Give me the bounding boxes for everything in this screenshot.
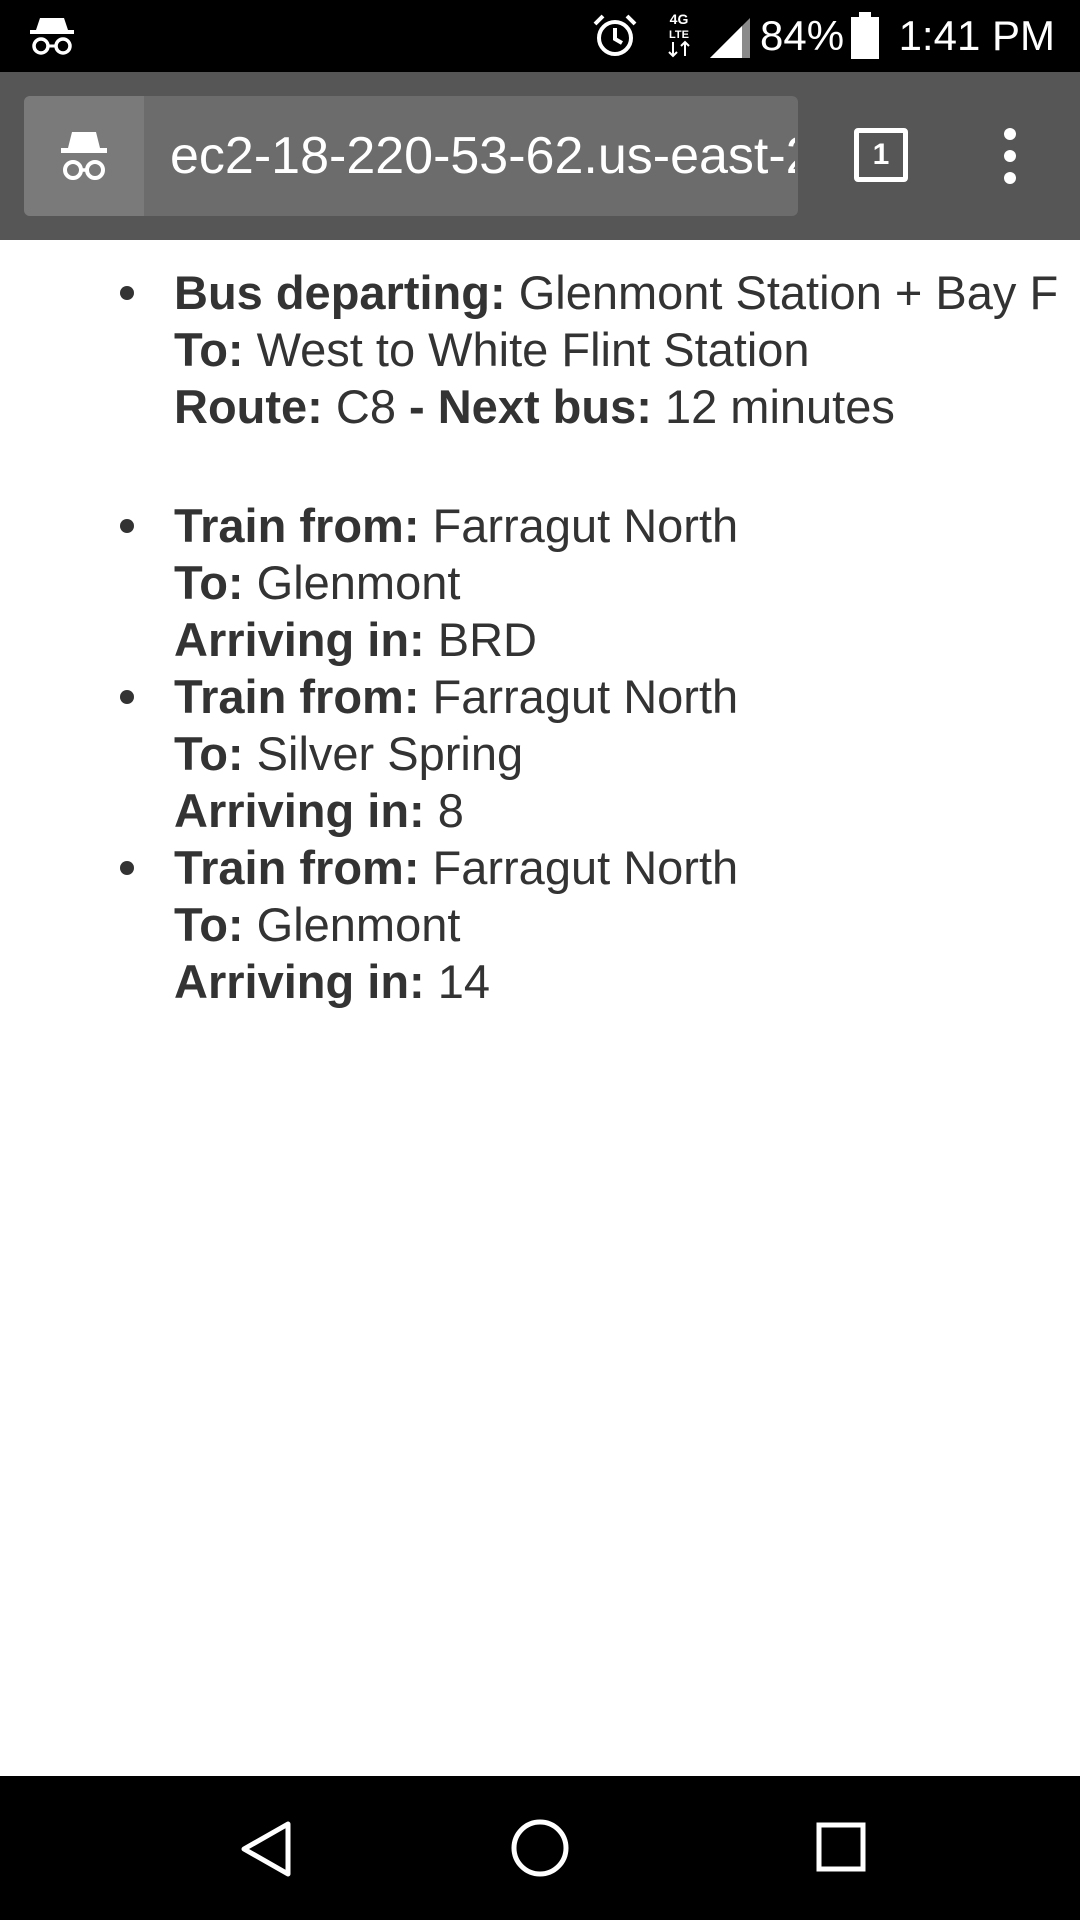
train-to-value: Glenmont bbox=[256, 556, 461, 609]
incognito-badge bbox=[24, 96, 144, 216]
train-arriving-label: Arriving in: bbox=[174, 613, 425, 666]
battery-percent: 84% bbox=[760, 12, 845, 59]
bus-departing-line: Bus departing: Glenmont Station + Bay F bbox=[174, 264, 1080, 321]
train-arriving-value: 14 bbox=[437, 955, 491, 1008]
tab-switcher-button[interactable]: 1 bbox=[854, 128, 908, 182]
train-arriving-label: Arriving in: bbox=[174, 784, 425, 837]
train-list: Train from: Farragut North To: Glenmont … bbox=[0, 497, 1080, 1010]
network-type-top: 4G bbox=[670, 11, 689, 27]
train-to-line: To: Glenmont bbox=[174, 554, 1080, 611]
train-to-label: To: bbox=[174, 898, 244, 951]
lte-icon: 4G LTE bbox=[668, 11, 690, 58]
bus-route-label: Route: bbox=[174, 380, 323, 433]
train-to-line: To: Silver Spring bbox=[174, 725, 1080, 782]
train-from-label: Train from: bbox=[174, 841, 420, 894]
train-from-line: Train from: Farragut North bbox=[174, 668, 1080, 725]
browser-toolbar: ec2-18-220-53-62.us-east-2.compute.amazo… bbox=[0, 72, 1080, 240]
train-from-value: Farragut North bbox=[432, 841, 739, 894]
train-from-label: Train from: bbox=[174, 670, 420, 723]
status-bar: 4G LTE 84% 1:41 PM bbox=[0, 0, 1080, 72]
network-type-bottom: LTE bbox=[669, 29, 689, 41]
incognito-icon bbox=[61, 132, 107, 180]
home-icon[interactable] bbox=[510, 1818, 570, 1878]
list-item: Bus departing: Glenmont Station + Bay F … bbox=[0, 264, 1080, 435]
incognito-icon bbox=[30, 18, 74, 55]
bullet-icon bbox=[120, 861, 134, 875]
bus-to-value: West to White Flint Station bbox=[256, 323, 810, 376]
bus-to-label: To: bbox=[174, 323, 244, 376]
list-item: Train from: Farragut North To: Silver Sp… bbox=[0, 668, 1080, 839]
train-to-label: To: bbox=[174, 727, 244, 780]
bus-list: Bus departing: Glenmont Station + Bay F … bbox=[0, 264, 1080, 435]
list-item: Train from: Farragut North To: Glenmont … bbox=[0, 497, 1080, 668]
battery-icon bbox=[851, 12, 879, 59]
train-from-value: Farragut North bbox=[432, 499, 739, 552]
train-from-line: Train from: Farragut North bbox=[174, 497, 1080, 554]
train-arriving-line: Arriving in: 14 bbox=[174, 953, 1080, 1010]
bullet-icon bbox=[120, 519, 134, 533]
alarm-icon bbox=[593, 14, 637, 56]
omnibox[interactable]: ec2-18-220-53-62.us-east-2.compute.amazo… bbox=[24, 96, 798, 216]
train-to-line: To: Glenmont bbox=[174, 896, 1080, 953]
train-arriving-value: 8 bbox=[437, 784, 464, 837]
menu-icon[interactable] bbox=[996, 128, 1024, 184]
list-item: Train from: Farragut North To: Glenmont … bbox=[0, 839, 1080, 1010]
clock: 1:41 PM bbox=[898, 12, 1055, 59]
navigation-bar bbox=[0, 1776, 1080, 1920]
bus-to-line: To: West to White Flint Station bbox=[174, 321, 1080, 378]
train-arriving-value: BRD bbox=[437, 613, 537, 666]
bus-departing-label: Bus departing: bbox=[174, 266, 506, 319]
train-to-value: Silver Spring bbox=[256, 727, 524, 780]
bus-departing-value: Glenmont Station + Bay F bbox=[518, 266, 1059, 319]
train-arriving-line: Arriving in: 8 bbox=[174, 782, 1080, 839]
signal-icon bbox=[710, 18, 750, 58]
train-to-value: Glenmont bbox=[256, 898, 461, 951]
bullet-icon bbox=[120, 690, 134, 704]
train-arriving-label: Arriving in: bbox=[174, 955, 425, 1008]
url-text[interactable]: ec2-18-220-53-62.us-east-2.compute.amazo… bbox=[170, 96, 795, 216]
recents-icon[interactable] bbox=[816, 1822, 866, 1872]
bus-route-line: Route: C8 - Next bus: 12 minutes bbox=[174, 378, 1080, 435]
next-bus-label: - Next bus: bbox=[409, 380, 652, 433]
page-content: Bus departing: Glenmont Station + Bay F … bbox=[0, 240, 1080, 1776]
train-from-line: Train from: Farragut North bbox=[174, 839, 1080, 896]
bullet-icon bbox=[120, 286, 134, 300]
train-to-label: To: bbox=[174, 556, 244, 609]
train-arriving-line: Arriving in: BRD bbox=[174, 611, 1080, 668]
back-icon[interactable] bbox=[238, 1820, 294, 1878]
next-bus-value: 12 minutes bbox=[664, 380, 895, 433]
bus-route-value: C8 bbox=[335, 380, 396, 433]
train-from-value: Farragut North bbox=[432, 670, 739, 723]
train-from-label: Train from: bbox=[174, 499, 420, 552]
